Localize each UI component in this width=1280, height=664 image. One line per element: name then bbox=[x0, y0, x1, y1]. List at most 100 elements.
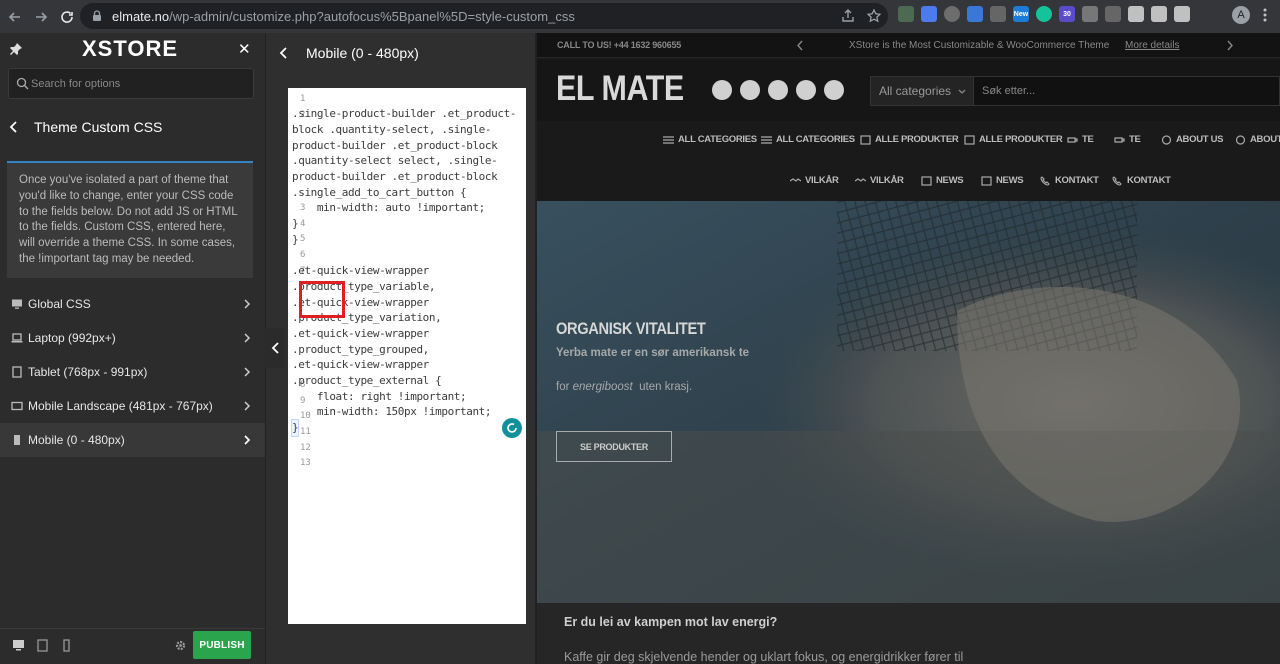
reload-icon[interactable] bbox=[56, 6, 78, 28]
css-code-editor[interactable]: 1 2 3 4 5 6 7 8 9 10 11 12 13 .single-pr… bbox=[288, 88, 526, 624]
hero-banner: ORGANISK VITALITET Yerba mate er en sør … bbox=[537, 201, 1280, 603]
menu-item[interactable]: NEWS bbox=[921, 175, 964, 186]
device-item-mobile[interactable]: Mobile (0 - 480px) bbox=[0, 423, 265, 457]
list-icon bbox=[663, 135, 674, 144]
menu-item[interactable]: ABOUT US bbox=[1161, 134, 1224, 145]
extension-icon[interactable] bbox=[1082, 6, 1098, 22]
device-item-global-css[interactable]: Global CSS bbox=[0, 287, 265, 321]
code-line: float: right !important; bbox=[292, 390, 467, 403]
category-select[interactable]: All categories bbox=[870, 76, 974, 106]
menu-item[interactable]: ALLE PRODUKTER bbox=[860, 134, 959, 145]
address-bar[interactable]: elmate.no/wp-admin/customize.php?autofoc… bbox=[80, 3, 888, 29]
site-topbar: CALL TO US! +44 1632 960655 XStore is th… bbox=[537, 33, 1280, 58]
bookmark-star-icon[interactable] bbox=[866, 8, 882, 24]
code-line: .quantity-select select, .single- bbox=[292, 154, 498, 167]
laptop-icon bbox=[11, 333, 23, 343]
hero-title: ORGANISK VITALITET bbox=[556, 319, 706, 338]
section-paragraph: Kaffe gir deg skjelvende hender og uklar… bbox=[564, 650, 964, 664]
menu-item[interactable]: ALL CATEGORIES bbox=[663, 134, 757, 145]
share-icon[interactable] bbox=[840, 8, 856, 24]
new-badge-icon[interactable]: New bbox=[1013, 6, 1029, 22]
grammarly-spinner[interactable] bbox=[502, 418, 522, 438]
chevron-right-icon[interactable] bbox=[1226, 40, 1234, 51]
chevron-left-icon[interactable] bbox=[796, 40, 804, 51]
extension-icon[interactable] bbox=[1105, 6, 1121, 22]
device-list: Global CSS Laptop (992px+) Tablet (768px… bbox=[0, 287, 265, 457]
site-search-input[interactable]: Søk etter... bbox=[974, 76, 1280, 106]
tea-icon bbox=[1067, 136, 1078, 143]
camera-icon[interactable] bbox=[990, 6, 1006, 22]
back-chevron-icon[interactable] bbox=[279, 47, 289, 59]
device-label: Tablet (768px - 991px) bbox=[28, 365, 148, 379]
gear-icon[interactable] bbox=[174, 639, 187, 652]
sidepanel-icon[interactable] bbox=[1174, 6, 1190, 22]
css-notice: Once you've isolated a part of theme tha… bbox=[7, 161, 253, 278]
site-logo[interactable]: EL MATE bbox=[556, 69, 684, 109]
monitor-icon bbox=[12, 299, 22, 309]
menu-item[interactable]: NEWS bbox=[981, 175, 1024, 186]
css-panel: Mobile (0 - 480px) 1 2 3 4 5 6 7 8 9 10 … bbox=[265, 33, 536, 664]
facebook-icon[interactable] bbox=[740, 80, 760, 100]
menu-item[interactable]: VILKÅR bbox=[855, 175, 904, 186]
code-line: block .quantity-select, .single- bbox=[292, 123, 492, 136]
section-header: Theme Custom CSS bbox=[0, 103, 265, 151]
menu-item[interactable]: VILKÅR bbox=[790, 175, 839, 186]
back-arrow-icon[interactable] bbox=[4, 6, 26, 28]
menu-item[interactable]: KONTAKT bbox=[1112, 175, 1171, 186]
menu-item[interactable]: KONTAKT bbox=[1040, 175, 1099, 186]
search-icon bbox=[16, 77, 29, 90]
menu-item[interactable]: ALL CATEGORIES bbox=[761, 134, 855, 145]
close-icon[interactable]: ✕ bbox=[238, 40, 251, 58]
device-item-mobile-landscape[interactable]: Mobile Landscape (481px - 767px) bbox=[0, 389, 265, 423]
extension-icon[interactable] bbox=[898, 6, 914, 22]
tablet-preview-icon[interactable] bbox=[36, 639, 49, 652]
see-products-button[interactable]: SE PRODUKTER bbox=[556, 431, 672, 462]
profile-avatar[interactable]: A bbox=[1232, 6, 1250, 24]
grammarly-icon[interactable] bbox=[1036, 6, 1052, 22]
grid-icon bbox=[964, 134, 975, 145]
tablet-icon bbox=[12, 366, 22, 378]
puzzle-icon[interactable] bbox=[1128, 6, 1144, 22]
menu-item[interactable]: ABOUT U bbox=[1235, 134, 1280, 145]
code-line: min-width: auto !important; bbox=[292, 201, 485, 214]
extension-icon[interactable] bbox=[921, 6, 937, 22]
mobile-preview-icon[interactable] bbox=[60, 639, 73, 652]
device-label: Mobile Landscape (481px - 767px) bbox=[28, 399, 213, 413]
grid-icon bbox=[860, 134, 871, 145]
menu-item[interactable]: TE bbox=[1114, 134, 1141, 145]
collapse-sidebar-button[interactable] bbox=[265, 328, 285, 368]
chevron-right-icon bbox=[244, 435, 251, 445]
menu-item[interactable]: TE bbox=[1067, 134, 1094, 145]
counter-badge-icon[interactable]: 30 bbox=[1059, 6, 1075, 22]
newspaper-icon bbox=[921, 175, 932, 186]
more-menu-icon[interactable] bbox=[1258, 7, 1272, 23]
globe-icon[interactable] bbox=[944, 6, 960, 22]
search-options bbox=[8, 68, 254, 99]
panel-title: Mobile (0 - 480px) bbox=[306, 45, 419, 61]
pinterest-icon[interactable] bbox=[796, 80, 816, 100]
more-details-link[interactable]: More details bbox=[1125, 40, 1179, 51]
line-number: 4 bbox=[300, 219, 306, 229]
promo-text: XStore is the Most Customizable & WooCom… bbox=[849, 40, 1110, 51]
desktop-preview-icon[interactable] bbox=[12, 639, 25, 652]
search-options-input[interactable] bbox=[31, 69, 251, 98]
panel-header: Mobile (0 - 480px) bbox=[266, 33, 535, 73]
instagram-icon[interactable] bbox=[768, 80, 788, 100]
device-item-tablet[interactable]: Tablet (768px - 991px) bbox=[0, 355, 265, 389]
forward-arrow-icon[interactable] bbox=[30, 6, 52, 28]
back-chevron-icon[interactable] bbox=[8, 121, 20, 133]
chevron-left-icon bbox=[271, 342, 279, 354]
twitter-icon[interactable] bbox=[824, 80, 844, 100]
pin-icon[interactable] bbox=[9, 42, 23, 56]
device-item-laptop[interactable]: Laptop (992px+) bbox=[0, 321, 265, 355]
download-icon[interactable] bbox=[1151, 6, 1167, 22]
code-line: .product_type_external { bbox=[292, 374, 442, 387]
menu-item[interactable]: ALLE PRODUKTER bbox=[964, 134, 1063, 145]
publish-button[interactable]: PUBLISH bbox=[193, 631, 251, 659]
refresh-icon bbox=[507, 423, 517, 433]
url-text: elmate.no/wp-admin/customize.php?autofoc… bbox=[112, 8, 575, 24]
device-label: Global CSS bbox=[28, 297, 91, 311]
translate-icon[interactable] bbox=[967, 6, 983, 22]
line-number: 11 bbox=[300, 427, 311, 437]
behance-icon[interactable] bbox=[712, 80, 732, 100]
